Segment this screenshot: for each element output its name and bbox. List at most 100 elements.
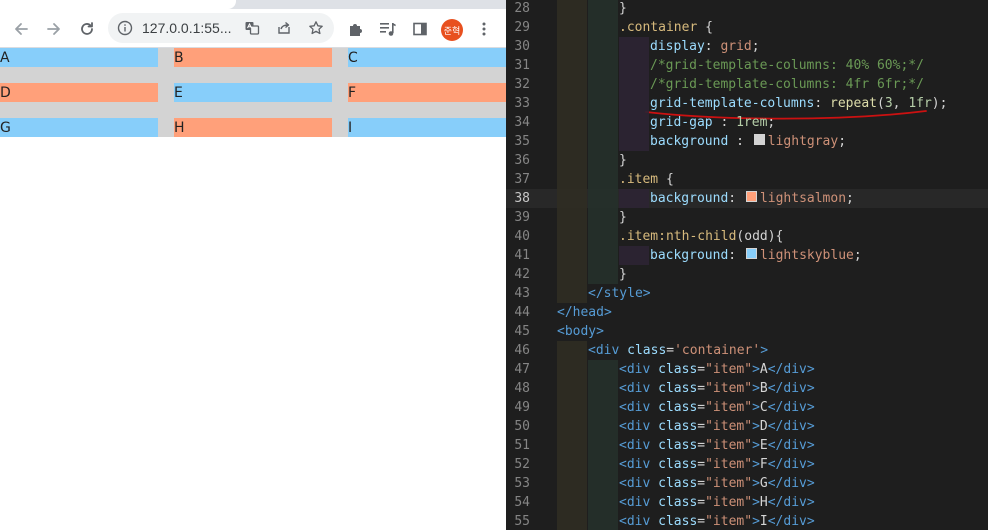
- code-line[interactable]: 50 <div class="item">D</div>: [506, 417, 988, 436]
- profile-avatar[interactable]: 준혁: [441, 19, 463, 41]
- code-token: >: [752, 381, 760, 396]
- code-line[interactable]: 32 /*grid-template-columns: 4fr 6fr;*/: [506, 75, 988, 94]
- code-token: /*grid-template-columns: 40% 60%;*/: [650, 58, 924, 73]
- code-line[interactable]: 34 grid-gap : 1rem;: [506, 113, 988, 132]
- code-token: }: [619, 210, 627, 225]
- grid-item: C: [348, 48, 506, 67]
- indent-guide: [557, 113, 587, 132]
- code-token: </: [557, 305, 573, 320]
- browser-menu-button[interactable]: [471, 16, 497, 42]
- code-line[interactable]: 44 </head>: [506, 303, 988, 322]
- code-token: div: [783, 514, 807, 529]
- code-token: div: [626, 476, 651, 491]
- indent-guide: [557, 417, 587, 436]
- code-line[interactable]: 42}: [506, 265, 988, 284]
- code-token: >: [752, 362, 760, 377]
- code-line[interactable]: 33 grid-template-columns: repeat(3, 1fr);: [506, 94, 988, 113]
- code-line[interactable]: 53 <div class="item">G</div>: [506, 474, 988, 493]
- indent-guide: [588, 75, 618, 94]
- code-line[interactable]: 47 <div class="item">A</div>: [506, 360, 988, 379]
- line-number: 47: [514, 362, 530, 377]
- grid-item: I: [348, 118, 506, 137]
- code-token: }: [619, 267, 627, 282]
- code-line[interactable]: 35 background : lightgray;: [506, 132, 988, 151]
- line-number: 28: [514, 1, 530, 16]
- grid-item: B: [174, 48, 332, 67]
- indent-guide: [557, 56, 587, 75]
- code-line[interactable]: 49 <div class="item">C</div>: [506, 398, 988, 417]
- arrow-right-icon: [47, 23, 60, 35]
- code-line[interactable]: 38 background: lightsalmon;: [506, 189, 988, 208]
- code-token: <: [619, 457, 627, 472]
- code-token: style: [603, 286, 643, 301]
- code-token: 'container': [674, 343, 761, 358]
- color-swatch-icon[interactable]: [753, 134, 765, 145]
- line-number: 30: [514, 39, 530, 54]
- code-token: E: [759, 438, 768, 453]
- code-line[interactable]: 39}: [506, 208, 988, 227]
- code-text: <div class="item">D</div>: [619, 417, 815, 436]
- code-text: }: [619, 151, 627, 170]
- indent-guide: [588, 379, 618, 398]
- address-bar[interactable]: 127.0.0.1:55...: [108, 13, 334, 43]
- code-text: <div class="item">H</div>: [619, 493, 815, 512]
- code-token: class: [650, 381, 698, 396]
- code-line[interactable]: 51 <div class="item">E</div>: [506, 436, 988, 455]
- code-line[interactable]: 54 <div class="item">H</div>: [506, 493, 988, 512]
- code-line[interactable]: 46 <div class='container'>: [506, 341, 988, 360]
- bookmark-star-icon[interactable]: [306, 18, 326, 38]
- code-line[interactable]: 43 </style>: [506, 284, 988, 303]
- line-number: 33: [514, 96, 530, 111]
- code-token: F: [759, 457, 768, 472]
- side-panel-button[interactable]: [407, 16, 433, 42]
- code-text: }: [619, 265, 627, 284]
- extensions-button[interactable]: [343, 16, 369, 42]
- indent-guide: [557, 265, 587, 284]
- code-token: "item": [705, 381, 753, 396]
- code-line[interactable]: 40 .item:nth-child(odd){: [506, 227, 988, 246]
- color-swatch-icon[interactable]: [745, 191, 757, 202]
- code-token: background: [650, 134, 729, 149]
- line-number: 44: [514, 305, 530, 320]
- site-info-icon[interactable]: [116, 19, 134, 37]
- code-editor[interactable]: 28} 29 .container {30 display: grid; 31/*gri…: [506, 0, 988, 530]
- code-line[interactable]: 30 display: grid;: [506, 37, 988, 56]
- code-token: :: [728, 134, 752, 149]
- code-token: :: [712, 115, 737, 130]
- code-line[interactable]: 29 .container {: [506, 18, 988, 37]
- code-token: div: [783, 381, 807, 396]
- code-line[interactable]: 36}: [506, 151, 988, 170]
- color-swatch-icon[interactable]: [745, 248, 757, 259]
- share-icon[interactable]: [274, 18, 294, 38]
- active-tab[interactable]: [0, 0, 236, 9]
- code-token: ;: [767, 115, 776, 130]
- code-text: /*grid-template-columns: 4fr 6fr;*/: [650, 75, 924, 94]
- reload-button[interactable]: [74, 16, 100, 42]
- code-line[interactable]: 37 .item {: [506, 170, 988, 189]
- code-line[interactable]: 48 <div class="item">B</div>: [506, 379, 988, 398]
- code-token: div: [783, 438, 807, 453]
- code-line[interactable]: 41 background: lightskyblue;: [506, 246, 988, 265]
- translate-icon[interactable]: [242, 18, 262, 38]
- code-token: <: [619, 381, 627, 396]
- code-token: div: [626, 381, 651, 396]
- back-button[interactable]: [8, 16, 34, 42]
- url-text[interactable]: 127.0.0.1:55...: [142, 20, 232, 36]
- code-token: class: [650, 400, 698, 415]
- code-token: }: [619, 153, 627, 168]
- code-token: >: [806, 457, 815, 472]
- code-token: class: [650, 476, 698, 491]
- code-line[interactable]: 31 /*grid-template-columns: 40% 60%;*/: [506, 56, 988, 75]
- code-line[interactable]: 45 <body>: [506, 322, 988, 341]
- code-line[interactable]: 28}: [506, 0, 988, 18]
- line-number: 35: [514, 134, 530, 149]
- forward-button[interactable]: [41, 16, 67, 42]
- indent-guide: [557, 341, 587, 360]
- line-number: 38: [514, 191, 530, 206]
- media-control-button[interactable]: [375, 16, 401, 42]
- indent-guide: [619, 246, 649, 265]
- code-line[interactable]: 55 <div class="item">I</div>: [506, 512, 988, 530]
- code-token: =: [697, 362, 706, 377]
- code-text: <div class="item">F</div>: [619, 455, 815, 474]
- code-line[interactable]: 52 <div class="item">F</div>: [506, 455, 988, 474]
